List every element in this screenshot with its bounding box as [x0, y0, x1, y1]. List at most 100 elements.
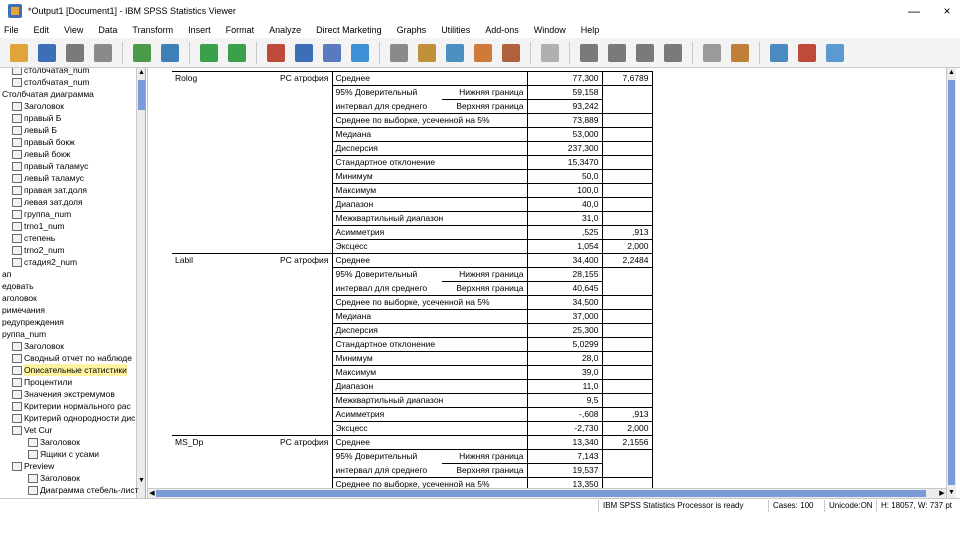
insert-text-button[interactable] [824, 42, 846, 64]
statistic-value-cell: 39,0 [526, 365, 602, 380]
outline-item[interactable]: столбчатая_num [12, 68, 90, 76]
menu-data[interactable]: Data [98, 25, 117, 35]
content-hscroll-thumb[interactable] [156, 490, 926, 497]
outline-item[interactable]: trno1_num [12, 220, 65, 232]
menu-add-ons[interactable]: Add-ons [485, 25, 519, 35]
table-row: Среднее по выборке, усеченной на 5% 73,88… [172, 113, 653, 128]
menu-direct-marketing[interactable]: Direct Marketing [316, 25, 382, 35]
outline-item[interactable]: Столбчатая диаграмма [2, 88, 94, 100]
menu-file[interactable]: File [4, 25, 19, 35]
disabled-button[interactable] [539, 42, 561, 64]
outline-item[interactable]: ап [2, 268, 11, 280]
content-horizontal-scrollbar[interactable]: ◀ ▶ [148, 488, 946, 498]
select-cases-button[interactable] [500, 42, 522, 64]
goto-case-button[interactable] [265, 42, 287, 64]
menu-view[interactable]: View [64, 25, 83, 35]
undo-button[interactable] [198, 42, 220, 64]
outline-item[interactable]: правый бокж [12, 136, 75, 148]
redo-button[interactable] [226, 42, 248, 64]
toolbar-separator [379, 41, 380, 64]
scroll-up-arrow-icon[interactable]: ▲ [947, 68, 956, 78]
demote-button[interactable] [606, 42, 628, 64]
group-cell [277, 282, 332, 296]
outline-item[interactable]: Критерии нормального рас [12, 400, 131, 412]
group-cell [277, 128, 332, 142]
weight-cases-button[interactable] [472, 42, 494, 64]
save-button[interactable] [36, 42, 58, 64]
menu-format[interactable]: Format [226, 25, 255, 35]
outline-item[interactable]: Заголовок [12, 340, 64, 352]
use-sets-button[interactable] [349, 42, 371, 64]
outline-item[interactable]: едовать [2, 280, 34, 292]
content-vertical-scrollbar[interactable]: ▲ ▼ [946, 68, 956, 498]
outline-item[interactable]: Ящики с усами [28, 448, 99, 460]
outline-item[interactable]: столбчатая_num [12, 76, 90, 88]
menu-edit[interactable]: Edit [34, 25, 50, 35]
outline-scroll-thumb[interactable] [138, 80, 145, 110]
minimize-button[interactable]: — [905, 3, 923, 19]
pane-splitter[interactable] [147, 68, 155, 498]
outline-item[interactable]: Сводный отчет по наблюде [12, 352, 132, 364]
outline-item[interactable]: Описательные статистики [12, 364, 127, 376]
goto-variable-button[interactable] [293, 42, 315, 64]
outline-item[interactable]: левая зат.доля [12, 196, 83, 208]
table-row: Максимум 39,0 [172, 365, 653, 380]
outline-item[interactable]: степень [12, 232, 55, 244]
outline-item[interactable]: руппа_num [2, 328, 46, 340]
outline-item[interactable]: правый Б [12, 112, 61, 124]
outline-item[interactable]: стадия2_num [12, 256, 77, 268]
open-folder-button[interactable] [8, 42, 30, 64]
outline-vertical-scrollbar[interactable]: ▲ ▼ [136, 68, 145, 498]
outline-item[interactable]: аголовок [2, 292, 37, 304]
menu-window[interactable]: Window [534, 25, 566, 35]
outline-item[interactable]: римечания [2, 304, 45, 316]
show-all-button[interactable] [388, 42, 410, 64]
outline-item[interactable]: Значения экстремумов [12, 388, 115, 400]
outline-item-label: Заголовок [24, 341, 64, 351]
statistic-value-cell: 9,5 [526, 393, 602, 408]
menu-transform[interactable]: Transform [132, 25, 173, 35]
outline-item[interactable]: Заголовок [28, 472, 80, 484]
insert-heading-button[interactable] [768, 42, 790, 64]
outline-item[interactable]: левый таламус [12, 172, 84, 184]
hide-button[interactable] [701, 42, 723, 64]
outline-item[interactable]: Процентили [12, 376, 72, 388]
outline-item[interactable]: Диаграмма стебель-лист [28, 484, 139, 496]
outline-item[interactable]: редупреждения [2, 316, 64, 328]
close-button[interactable]: × [938, 3, 956, 19]
outline-item[interactable]: правый таламус [12, 160, 88, 172]
folder-icon [12, 461, 22, 471]
outline-item[interactable]: Критерий однородности дис [12, 412, 135, 424]
show-button[interactable] [729, 42, 751, 64]
insert-title-button[interactable] [796, 42, 818, 64]
menu-analyze[interactable]: Analyze [269, 25, 301, 35]
menu-insert[interactable]: Insert [188, 25, 211, 35]
goto-data-button[interactable] [159, 42, 181, 64]
variable-cell [172, 86, 277, 100]
outline-item[interactable]: группа_num [12, 208, 71, 220]
content-scroll-thumb[interactable] [948, 80, 955, 485]
variables-button[interactable] [321, 42, 343, 64]
expand-button[interactable] [634, 42, 656, 64]
table-icon [12, 389, 22, 399]
print-button[interactable] [64, 42, 86, 64]
outline-item[interactable]: Preview [12, 460, 54, 472]
outline-item[interactable]: Заголовок [28, 436, 80, 448]
scroll-up-arrow-icon[interactable]: ▲ [137, 68, 145, 78]
split-file-button[interactable] [444, 42, 466, 64]
outline-item[interactable]: Vet Cur [12, 424, 52, 436]
print-preview-button[interactable] [92, 42, 114, 64]
designate-window-button[interactable] [416, 42, 438, 64]
menu-help[interactable]: Help [581, 25, 600, 35]
export-button[interactable] [131, 42, 153, 64]
outline-item[interactable]: левый бокж [12, 148, 70, 160]
outline-item[interactable]: левый Б [12, 124, 57, 136]
outline-item[interactable]: правая зат.доля [12, 184, 87, 196]
promote-button[interactable] [578, 42, 600, 64]
scroll-down-arrow-icon[interactable]: ▼ [947, 488, 956, 498]
outline-item[interactable]: trno2_num [12, 244, 65, 256]
menu-graphs[interactable]: Graphs [397, 25, 427, 35]
outline-item[interactable]: Заголовок [12, 100, 64, 112]
menu-utilities[interactable]: Utilities [441, 25, 470, 35]
collapse-button[interactable] [662, 42, 684, 64]
